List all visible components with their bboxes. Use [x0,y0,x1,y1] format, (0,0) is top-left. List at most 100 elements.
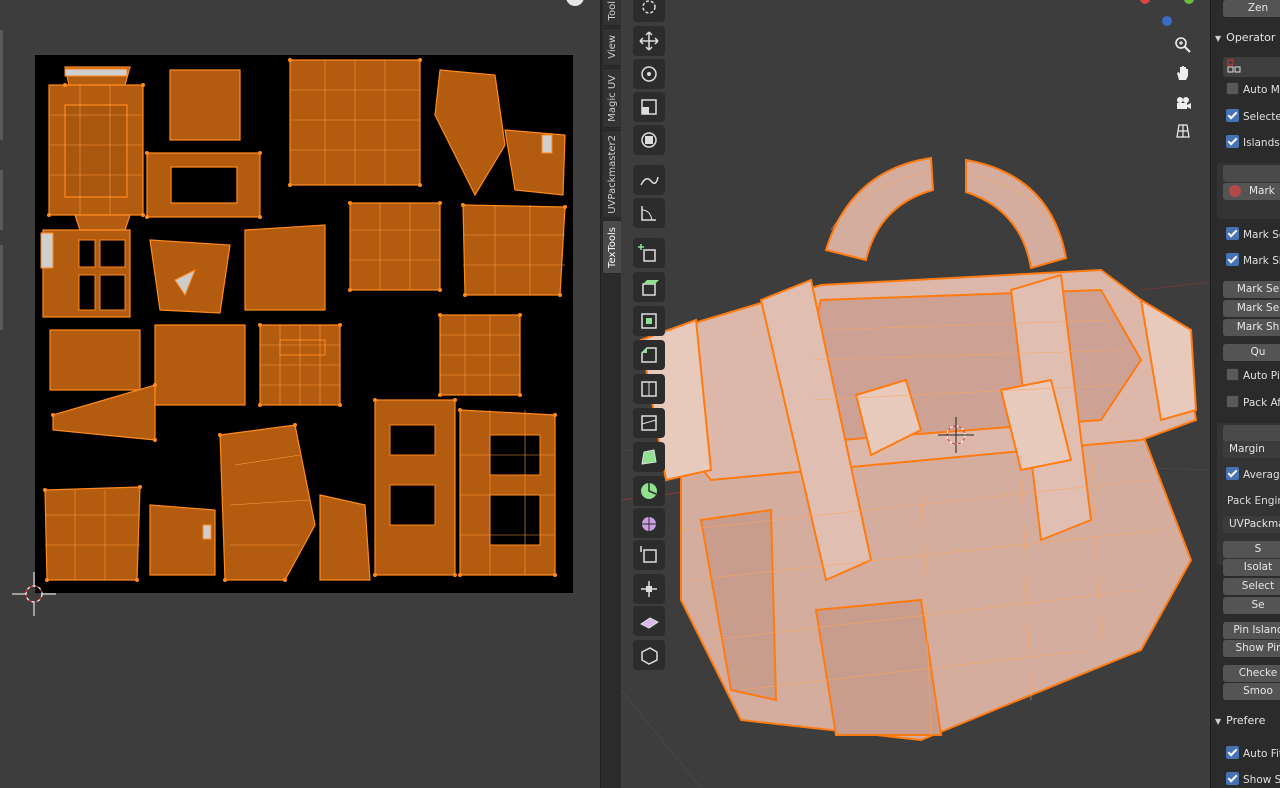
pack-engine-label: Pack Engin [1227,495,1280,507]
tab-magic-uv[interactable]: Magic UV [602,68,622,128]
shrink-fatten-icon [641,581,657,597]
scale-tool-button[interactable] [633,92,665,122]
tab-uvpackmaster2[interactable]: UVPackmaster2 [602,130,622,218]
auto-fit-checkbox[interactable]: Auto Fit [1226,745,1280,763]
sel-button[interactable]: Se [1223,597,1280,614]
region-edge [0,245,3,330]
uv-island [149,504,216,576]
n-panel: Zen ▼Operator Auto Ma Selected Islands C… [1210,0,1280,788]
zen-button[interactable]: Zen [1223,0,1280,17]
lid-top [799,288,1143,442]
smooth-icon [642,517,656,531]
pan-button[interactable] [1170,60,1196,86]
mark-sharp-checkbox[interactable]: Mark Sha [1226,252,1280,270]
hand-icon [1177,66,1188,80]
measure-tool-button[interactable] [633,198,665,228]
islands-checkbox[interactable]: Islands C [1226,134,1280,152]
camera-view-button[interactable] [1170,90,1196,116]
uv-islands [40,58,567,582]
annotate-tool-button[interactable] [633,165,665,195]
uv-island [462,204,566,296]
inset-faces-icon [641,313,657,329]
extrude-region-tool-button[interactable] [633,272,665,302]
uv-island [169,69,241,141]
region-edge [0,30,3,140]
uv-island [504,129,566,196]
uv-island [154,324,246,406]
uv-canvas[interactable] [35,55,573,593]
auto-pin-checkbox[interactable]: Auto Pin [1226,367,1280,385]
margin-field[interactable]: Margin [1223,441,1280,458]
bevel-tool-button[interactable] [633,340,665,370]
pin-islands-button[interactable]: Pin Islanc [1223,622,1280,639]
mark-seams-checkbox[interactable]: Mark Sea [1226,226,1280,244]
rotate-icon [641,66,657,82]
average-checkbox[interactable]: Average [1226,466,1280,484]
uv-island [44,486,141,581]
operator-panel-header[interactable]: ▼ Operator [1215,28,1275,48]
uvpackmaster-dropdown[interactable]: UVPackma [1223,516,1280,533]
tab-view[interactable]: View [602,28,622,66]
move-tool-button[interactable] [633,26,665,56]
edge-slide-tool-button[interactable] [633,540,665,570]
inset-faces-tool-button[interactable] [633,306,665,336]
rip-region-tool-button[interactable] [633,640,665,670]
smooth-button[interactable]: Smoo [1223,683,1280,700]
extrude-region-icon [642,280,659,296]
sidebar-tabs: Tool View Magic UV UVPackmaster2 TexTool… [600,0,622,788]
pack-header-bar [1223,425,1280,442]
knife-tool-button[interactable] [633,408,665,438]
scene-mesh [621,156,1210,788]
zoom-button[interactable] [1170,32,1196,58]
spin-tool-button[interactable] [633,476,665,506]
region-toggle-icon[interactable] [566,0,584,6]
mark-header-bar [1223,165,1280,182]
cursor-icon [642,0,656,14]
mark-sharp-button[interactable]: Mark Sh [1223,319,1280,336]
uv-island [74,214,131,231]
2d-cursor-icon [12,572,56,616]
shear-tool-button[interactable] [633,606,665,636]
loop-cut-tool-button[interactable] [633,374,665,404]
pack-after-checkbox[interactable]: Pack Aft [1226,394,1280,412]
uv-island [319,494,371,581]
operator-row[interactable] [1223,57,1280,77]
camera-icon [1177,97,1191,109]
poly-build-icon [641,449,657,465]
add-cube-tool-button[interactable] [633,238,665,268]
loop-cut-icon [641,381,657,397]
isolate-button[interactable]: Isolat [1223,559,1280,576]
mark-seams-button-2[interactable]: Mark Se [1223,300,1280,317]
perspective-toggle-button[interactable] [1170,118,1196,144]
preferences-panel-header[interactable]: ▼ Prefere [1215,711,1265,731]
region-edge [0,170,3,230]
add-cube-icon [638,244,656,262]
smooth-tool-button[interactable] [633,508,665,538]
checker-button[interactable]: Checke [1223,665,1280,682]
uv-grid-icon [1227,59,1241,73]
z-axis-icon[interactable] [1162,16,1172,26]
select-button[interactable]: Select [1223,578,1280,595]
tab-tool[interactable]: Tool [602,0,622,26]
mark-button[interactable]: Mark [1223,183,1280,200]
poly-build-tool-button[interactable] [633,442,665,472]
selected-checkbox[interactable]: Selected [1226,108,1280,126]
show-seams-checkbox[interactable]: Show Se [1226,771,1280,788]
mark-seams-button[interactable]: Mark Se [1223,281,1280,298]
3d-viewport[interactable] [621,0,1210,788]
shrink-fatten-tool-button[interactable] [633,574,665,604]
quick-button[interactable]: Qu [1223,344,1280,361]
show-pinned-button[interactable]: Show Pir [1223,640,1280,657]
move-icon [639,31,659,51]
uv-island [64,104,128,198]
select-similar-button[interactable]: S [1223,541,1280,558]
cursor-tool-button[interactable] [633,0,665,22]
rip-region-icon [641,647,658,665]
uv-island [434,69,506,197]
rotate-tool-button[interactable] [633,59,665,89]
uv-editor[interactable] [0,0,600,788]
transform-tool-button[interactable] [633,125,665,155]
scale-icon [641,99,657,115]
tab-textools[interactable]: TexTools [602,220,622,274]
auto-mark-checkbox[interactable]: Auto Ma [1226,81,1280,99]
